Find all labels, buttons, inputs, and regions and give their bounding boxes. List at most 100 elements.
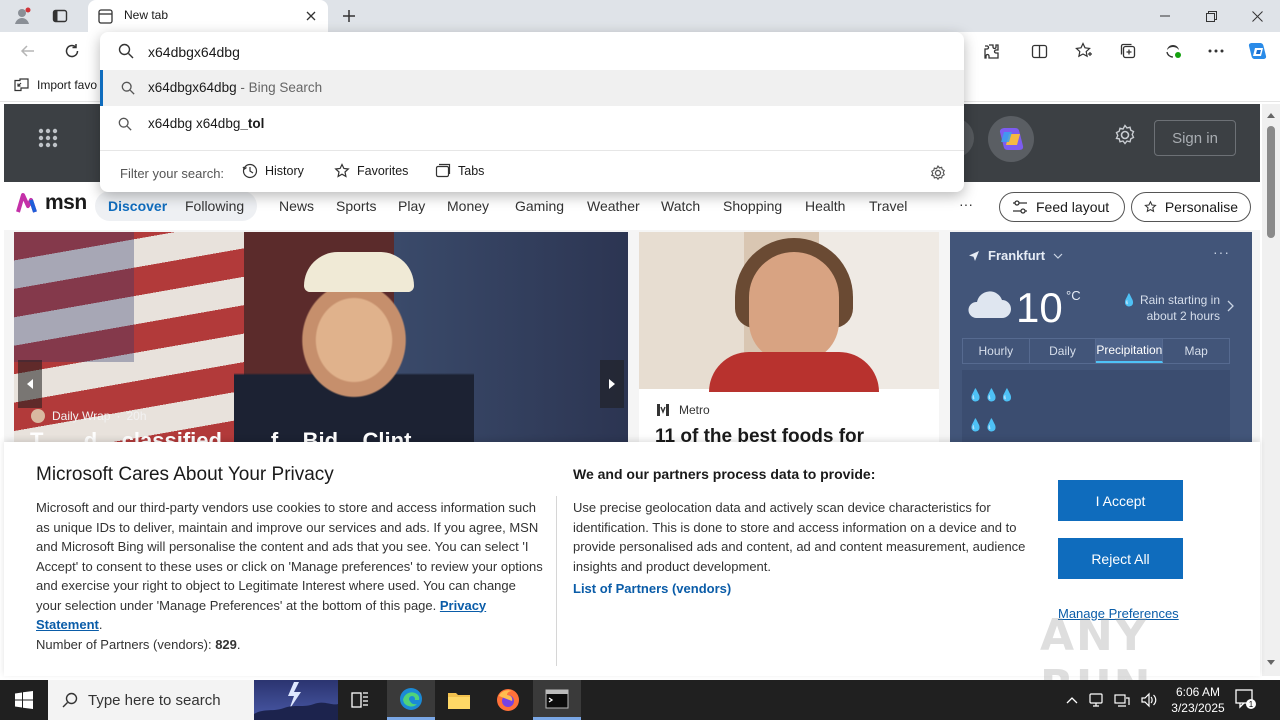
- start-button[interactable]: [0, 680, 48, 720]
- filter-label: Filter your search:: [120, 166, 225, 181]
- task-view-icon[interactable]: [336, 680, 384, 720]
- suggestion-suffix: - Bing Search: [236, 80, 323, 95]
- clock-date: 3/23/2025: [1171, 701, 1225, 715]
- browser-essentials-icon[interactable]: [1160, 39, 1186, 63]
- sign-in-button[interactable]: Sign in: [1154, 120, 1236, 156]
- search-settings-icon[interactable]: [930, 165, 946, 181]
- show-hidden-icons-icon[interactable]: [1066, 696, 1078, 704]
- privacy-purposes-body: Use precise geolocation data and activel…: [573, 500, 1026, 574]
- refresh-button[interactable]: [58, 38, 86, 64]
- taskbar-search-box[interactable]: Type here to search: [48, 680, 338, 720]
- tab-title: New tab: [124, 8, 169, 22]
- nav-discover[interactable]: Discover: [108, 198, 167, 214]
- nav-more-icon[interactable]: ···: [959, 196, 973, 212]
- nav-news[interactable]: News: [279, 198, 314, 214]
- privacy-purposes-title: We and our partners process data to prov…: [573, 466, 876, 482]
- privacy-divider: [556, 496, 557, 666]
- volume-icon[interactable]: [1140, 692, 1158, 708]
- nav-weather[interactable]: Weather: [587, 198, 640, 214]
- news-card-image-face: [749, 252, 839, 362]
- weather-card[interactable]: Frankfurt ··· 10 °C 💧 Rain starting in a…: [950, 232, 1252, 444]
- carousel-next-button[interactable]: [600, 360, 624, 408]
- network-drive-icon[interactable]: [1088, 692, 1104, 708]
- address-bar-dropdown: x64dbgx64dbg x64dbgx64dbg - Bing Search …: [100, 32, 964, 192]
- hero-source-name: Daily Wrap: [52, 409, 111, 423]
- network-icon[interactable]: [1114, 692, 1130, 708]
- search-icon: [118, 43, 134, 59]
- nav-money[interactable]: Money: [447, 198, 489, 214]
- scrollbar-thumb[interactable]: [1267, 126, 1275, 238]
- accept-button[interactable]: I Accept: [1058, 480, 1183, 521]
- filter-favorites[interactable]: Favorites: [334, 163, 408, 179]
- profile-icon[interactable]: [8, 4, 36, 28]
- restore-button[interactable]: [1188, 0, 1234, 32]
- weather-tab-precipitation[interactable]: Precipitation: [1096, 339, 1164, 363]
- msn-logo-text: msn: [45, 191, 87, 214]
- page-scrollbar[interactable]: [1262, 104, 1280, 676]
- minimize-button[interactable]: [1142, 0, 1188, 32]
- split-screen-icon[interactable]: [1026, 39, 1052, 63]
- settings-more-icon[interactable]: [1203, 39, 1229, 63]
- nav-watch[interactable]: Watch: [661, 198, 700, 214]
- nav-gaming[interactable]: Gaming: [515, 198, 564, 214]
- precipitation-legend-icons: 💧💧💧 💧💧: [968, 388, 1016, 432]
- address-bar-input[interactable]: x64dbgx64dbg: [100, 32, 964, 70]
- notifications-icon[interactable]: 1: [1234, 688, 1256, 710]
- suggestion-bold-suffix: _tol: [240, 116, 265, 131]
- apps-grid-icon[interactable]: [38, 128, 58, 148]
- weather-tab-hourly[interactable]: Hourly: [963, 339, 1030, 363]
- copilot-icon[interactable]: [1244, 39, 1270, 63]
- nav-travel[interactable]: Travel: [869, 198, 907, 214]
- filter-tabs[interactable]: Tabs: [435, 163, 484, 179]
- edge-taskbar-icon[interactable]: [387, 680, 435, 720]
- weather-tab-map[interactable]: Map: [1163, 339, 1229, 363]
- weather-tabs: Hourly Daily Precipitation Map: [962, 338, 1230, 364]
- file-explorer-icon[interactable]: [435, 680, 483, 720]
- weather-temperature: 10: [1016, 284, 1063, 331]
- import-favorites-button[interactable]: Import favo: [14, 78, 97, 92]
- title-bar: New tab: [0, 0, 1280, 32]
- clock-time: 6:06 AM: [1175, 685, 1221, 699]
- msn-logo[interactable]: msn: [16, 191, 87, 215]
- weather-unit: °C: [1066, 288, 1081, 303]
- nav-sports[interactable]: Sports: [336, 198, 376, 214]
- taskbar-clock[interactable]: 6:06 AM 3/23/2025: [1166, 684, 1230, 716]
- feed-layout-button[interactable]: Feed layout: [999, 192, 1125, 222]
- weather-location[interactable]: Frankfurt: [968, 248, 1063, 263]
- msn-copilot-icon[interactable]: [988, 116, 1034, 162]
- svg-text:1: 1: [1249, 700, 1254, 709]
- nav-play[interactable]: Play: [398, 198, 425, 214]
- nav-following[interactable]: Following: [185, 198, 244, 214]
- tab-actions-icon[interactable]: [46, 4, 74, 28]
- search-filter-bar: Filter your search: History Favorites Ta…: [100, 150, 964, 192]
- weather-more-icon[interactable]: ···: [1213, 244, 1230, 260]
- weather-tab-daily[interactable]: Daily: [1030, 339, 1097, 363]
- news-card[interactable]: Metro 11 of the best foods for: [639, 232, 939, 444]
- tab-new-tab[interactable]: New tab: [88, 0, 328, 32]
- terminal-icon[interactable]: [533, 680, 581, 720]
- collections-icon[interactable]: [1115, 39, 1141, 63]
- personalise-button[interactable]: Personalise: [1131, 192, 1251, 222]
- close-window-button[interactable]: [1234, 0, 1280, 32]
- extensions-icon[interactable]: [978, 39, 1004, 63]
- suggestion-bing-search[interactable]: x64dbgx64dbg - Bing Search: [100, 70, 964, 106]
- privacy-body: Microsoft and our third-party vendors us…: [36, 500, 543, 652]
- partners-count: 829: [215, 636, 237, 652]
- carousel-prev-button[interactable]: [18, 360, 42, 408]
- weather-next-icon[interactable]: [1227, 300, 1234, 312]
- suggestion-x64dbg-tol[interactable]: x64dbg x64dbg_tol: [100, 106, 964, 142]
- list-of-partners-link[interactable]: List of Partners (vendors): [573, 581, 731, 596]
- hero-carousel[interactable]: Daily Wrap · 20h T... ...d ...classified…: [14, 232, 628, 444]
- msn-settings-icon[interactable]: [1114, 124, 1136, 146]
- weather-description-text: Rain starting in about 2 hours: [1139, 293, 1220, 323]
- reject-all-button[interactable]: Reject All: [1058, 538, 1183, 579]
- nav-shopping[interactable]: Shopping: [723, 198, 782, 214]
- firefox-icon[interactable]: [484, 680, 532, 720]
- nav-health[interactable]: Health: [805, 198, 845, 214]
- new-tab-button[interactable]: [337, 4, 361, 28]
- filter-tabs-label: Tabs: [458, 164, 485, 178]
- filter-history[interactable]: History: [242, 163, 304, 179]
- close-tab-icon[interactable]: [302, 7, 320, 25]
- favorites-icon[interactable]: [1071, 39, 1097, 63]
- back-button[interactable]: [14, 38, 42, 64]
